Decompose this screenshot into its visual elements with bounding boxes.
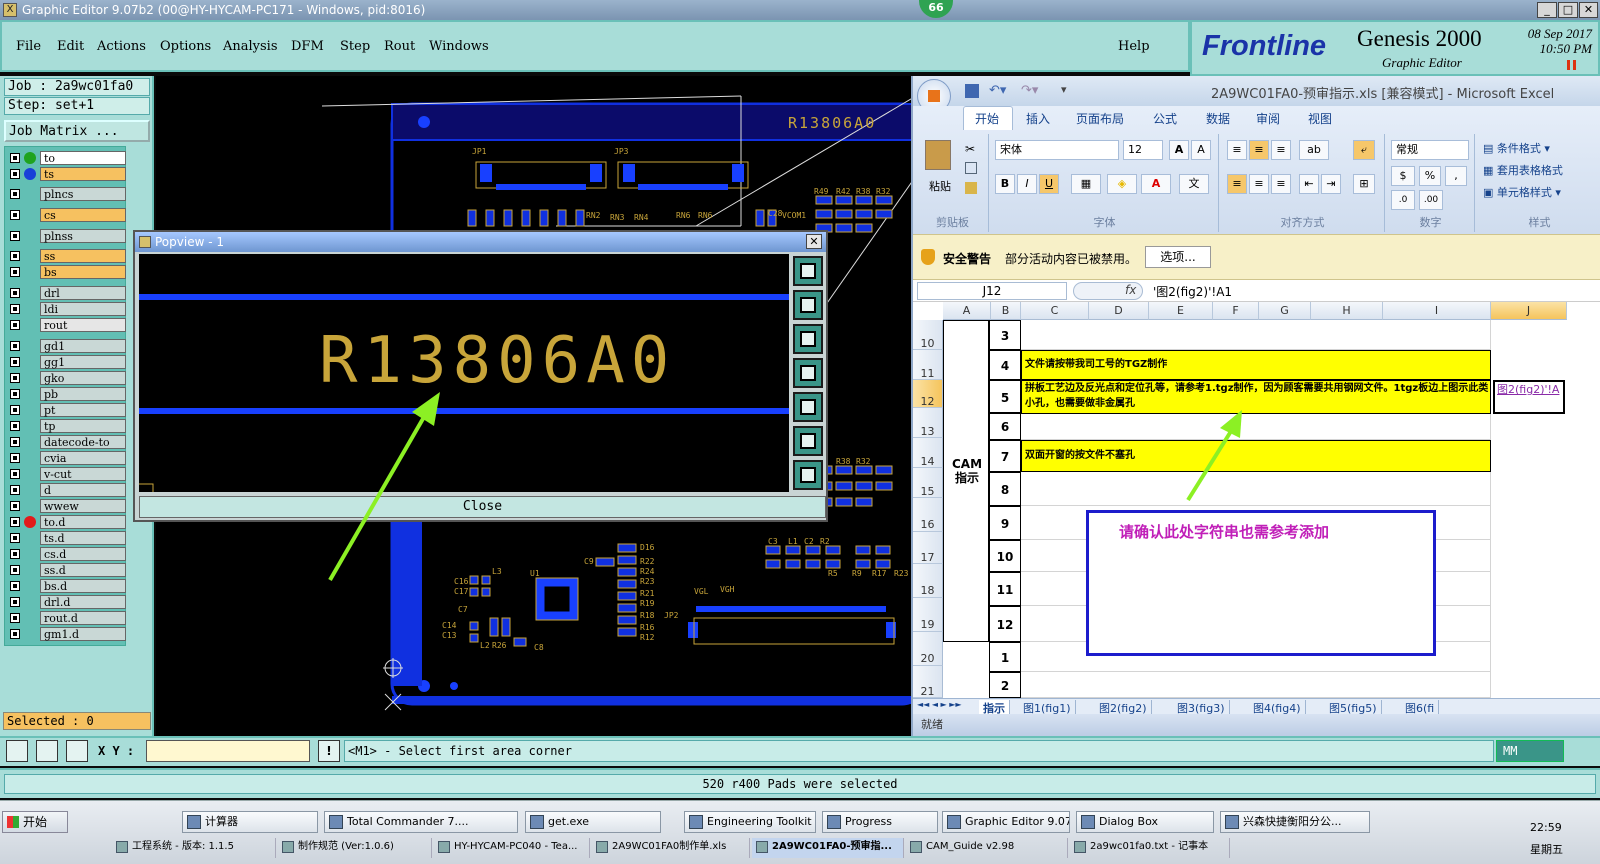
taskbar-label: Graphic Editor 9.07b... — [965, 815, 1070, 828]
app-icon — [282, 841, 294, 853]
taskbar-label: 2A9WC01FA0制作单.xls — [612, 841, 727, 852]
alert-icon[interactable]: ! — [318, 740, 340, 762]
taskbar-label: CAM_Guide v2.98 — [926, 841, 1015, 852]
taskbar-button[interactable]: 工程系统 - 版本: 1.1.5 — [112, 838, 276, 858]
taskbar-button[interactable]: get.exe — [525, 811, 661, 833]
taskbar-label: 兴森快捷衡阳分公... — [1243, 815, 1342, 828]
taskbar-label: Progress — [845, 815, 892, 828]
app-icon — [530, 815, 544, 829]
app-icon — [187, 815, 201, 829]
taskbar-label: 计算器 — [205, 815, 238, 828]
xy-label: X Y : — [98, 744, 135, 758]
app-icon — [827, 815, 841, 829]
app-icon — [1225, 815, 1239, 829]
taskbar-button[interactable]: 制作规范 (Ver:1.0.6) — [278, 838, 432, 858]
prompt-text: <M1> - Select first area corner — [344, 740, 1494, 762]
taskbar-button[interactable]: CAM_Guide v2.98 — [906, 838, 1068, 858]
taskbar-button[interactable]: 2a9wc01fa0.txt - 记事本 — [1070, 838, 1230, 858]
taskbar-button[interactable]: Total Commander 7.... — [324, 811, 518, 833]
taskbar-button[interactable]: 2A9WC01FA0-预审指... — [752, 838, 904, 858]
taskbar-label: 2A9WC01FA0-预审指... — [772, 841, 892, 852]
taskbar-label: get.exe — [548, 815, 590, 828]
taskbar-label: 制作规范 (Ver:1.0.6) — [298, 841, 394, 852]
angle-icon[interactable] — [36, 740, 58, 762]
taskbar-button[interactable]: Graphic Editor 9.07b... — [942, 811, 1070, 833]
taskbar-label: Total Commander 7.... — [347, 815, 469, 828]
arrow-head-left — [412, 392, 440, 426]
app-icon — [1081, 815, 1095, 829]
xy-input[interactable] — [146, 740, 310, 762]
day-label: 星期五 — [1530, 843, 1563, 856]
status-line: 520 r400 Pads were selected — [0, 768, 1600, 798]
app-icon — [910, 841, 922, 853]
app-icon — [947, 815, 961, 829]
app-icon — [1074, 841, 1086, 853]
app-icon — [329, 815, 343, 829]
taskbar-label: Dialog Box — [1099, 815, 1158, 828]
annotation-box: 请确认此处字符串也需参考添加 — [1086, 510, 1436, 656]
annotation-overlay — [328, 392, 1242, 581]
units-button[interactable]: MM — [1496, 740, 1564, 762]
taskbar-label: HY-HYCAM-PC040 - Tea... — [454, 841, 578, 852]
app-icon — [596, 841, 608, 853]
windows-logo-icon — [7, 816, 19, 828]
app-icon — [116, 841, 128, 853]
grid-icon[interactable] — [66, 740, 88, 762]
taskbar-button[interactable]: 兴森快捷衡阳分公... — [1220, 811, 1370, 833]
windows-taskbar: 开始 计算器 Total Commander 7.... get.exe Engine… — [0, 800, 1600, 864]
taskbar-button[interactable]: Engineering Toolkit 9... — [684, 811, 816, 833]
taskbar-button[interactable]: 2A9WC01FA0制作单.xls — [592, 838, 750, 858]
snap-icon[interactable] — [6, 740, 28, 762]
start-label: 开始 — [23, 815, 48, 829]
start-button[interactable]: 开始 — [2, 811, 68, 833]
clock: 22:59 — [1530, 821, 1562, 834]
taskbar-button[interactable]: Progress — [822, 811, 938, 833]
annotation-text: 请确认此处字符串也需参考添加 — [1119, 523, 1330, 541]
taskbar-label: 2a9wc01fa0.txt - 记事本 — [1090, 841, 1209, 852]
taskbar-button[interactable]: Dialog Box — [1076, 811, 1214, 833]
taskbar-label: 工程系统 - 版本: 1.1.5 — [132, 841, 234, 852]
taskbar-label: Engineering Toolkit 9... — [707, 815, 815, 828]
command-bar: X Y : ! <M1> - Select first area corner … — [0, 736, 1600, 766]
app-icon — [438, 841, 450, 853]
taskbar-button[interactable]: HY-HYCAM-PC040 - Tea... — [434, 838, 590, 858]
status-message: 520 r400 Pads were selected — [4, 774, 1596, 794]
app-icon — [689, 815, 703, 829]
app-icon — [756, 841, 768, 853]
taskbar-button[interactable]: 计算器 — [182, 811, 318, 833]
